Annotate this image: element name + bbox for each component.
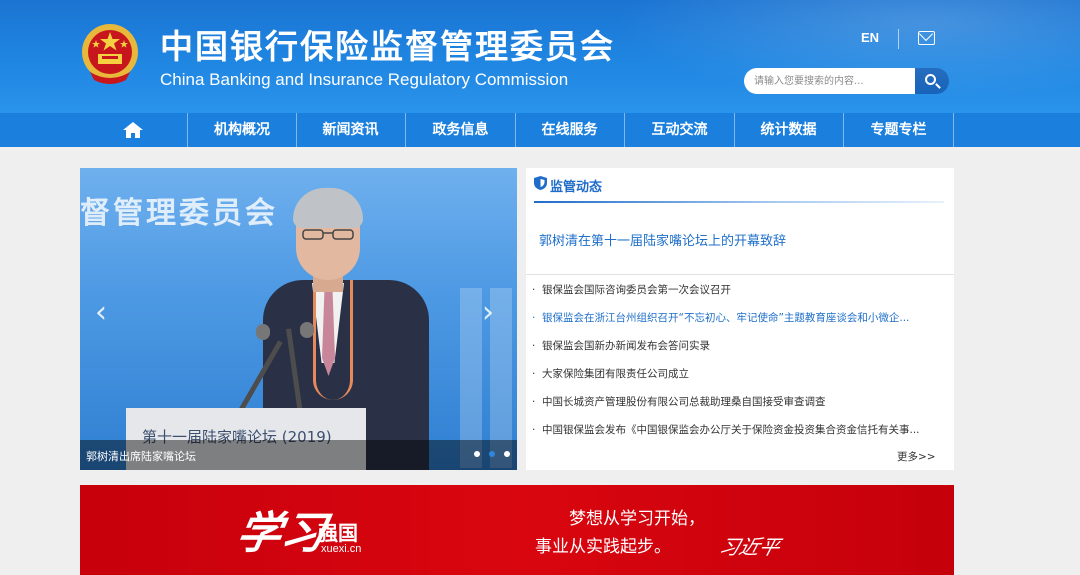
carousel-dot[interactable]	[474, 451, 480, 457]
news-list-item[interactable]: · 中国银保监会发布《中国银保监会办公厅关于保险资金投资集合资金信托有关事...	[532, 422, 948, 442]
carousel-dot[interactable]	[504, 451, 510, 457]
main-nav: 机构概况 新闻资讯 政务信息 在线服务 互动交流 统计数据 专题专栏	[0, 113, 1080, 147]
site-title-en: China Banking and Insurance Regulatory C…	[160, 70, 569, 89]
nav-item-about[interactable]: 机构概况	[187, 113, 297, 147]
news-list-item[interactable]: · 银保监会国际咨询委员会第一次会议召开	[532, 282, 948, 302]
xuexi-logo-script: 学习	[232, 508, 330, 559]
carousel-dot-active[interactable]	[489, 451, 495, 457]
nav-item-news[interactable]: 新闻资讯	[296, 113, 406, 147]
news-list-item[interactable]: · 银保监会国新办新闻发布会答问实录	[532, 338, 948, 358]
home-icon[interactable]	[123, 122, 143, 138]
site-header: 中国银行保险监督管理委员会 China Banking and Insuranc…	[0, 0, 1080, 113]
shield-icon	[534, 176, 547, 190]
signature: 习近平	[716, 535, 783, 559]
news-photo-carousel[interactable]: 督管理委员会 第十一届陆家嘴论坛 (2019) 郭树清出席陆家嘴论坛 ‹ ›	[80, 168, 517, 470]
header-divider	[898, 29, 899, 49]
slide-caption[interactable]: 郭树清出席陆家嘴论坛	[86, 448, 196, 464]
news-title-underline	[534, 201, 944, 203]
national-emblem-logo[interactable]	[80, 22, 140, 86]
nav-item-statistics[interactable]: 统计数据	[734, 113, 844, 147]
nav-item-government-info[interactable]: 政务信息	[406, 113, 516, 147]
regulatory-news-panel: 监管动态 郭树清在第十一届陆家嘴论坛上的开幕致辞 · 银保监会国际咨询委员会第一次…	[526, 168, 954, 470]
xuexi-logo-url: xuexi.cn	[321, 543, 362, 555]
xuexi-qiangguo-banner[interactable]: 学习 强国 xuexi.cn 梦想从学习开始， 事业从实践起步。 习近平	[80, 485, 954, 575]
news-headline-link[interactable]: 郭树清在第十一届陆家嘴论坛上的开幕致辞	[539, 230, 786, 249]
chevron-right-icon[interactable]: ›	[482, 298, 500, 328]
motto-line-2: 事业从实践起步。	[535, 537, 671, 557]
motto-line-1: 梦想从学习开始，	[569, 509, 705, 529]
news-list-item[interactable]: · 大家保险集团有限责任公司成立	[532, 366, 948, 386]
nav-item-interaction[interactable]: 互动交流	[625, 113, 735, 147]
xuexi-logo-name: 强国	[318, 521, 358, 545]
more-link[interactable]: 更多>>	[897, 449, 936, 464]
site-title-cn: 中国银行保险监督管理委员会	[160, 27, 615, 66]
search-input[interactable]	[744, 68, 916, 94]
chevron-left-icon[interactable]: ‹	[95, 298, 113, 328]
news-list-item[interactable]: · 银保监会在浙江台州组织召开“不忘初心、牢记使命”主题教育座谈会和小微企...	[532, 310, 948, 330]
language-switch-link[interactable]: EN	[861, 30, 879, 45]
news-panel-title[interactable]: 监管动态	[550, 176, 602, 195]
search-icon	[925, 74, 936, 85]
nav-item-special-topics[interactable]: 专题专栏	[844, 113, 954, 147]
news-list-item[interactable]: · 中国长城资产管理股份有限公司总裁助理桑自国接受审查调查	[532, 394, 948, 414]
divider	[526, 274, 954, 275]
slide-background-text: 督管理委员会	[80, 196, 278, 231]
mail-icon[interactable]	[918, 31, 935, 45]
nav-item-online-services[interactable]: 在线服务	[515, 113, 625, 147]
search-button[interactable]	[915, 68, 949, 94]
